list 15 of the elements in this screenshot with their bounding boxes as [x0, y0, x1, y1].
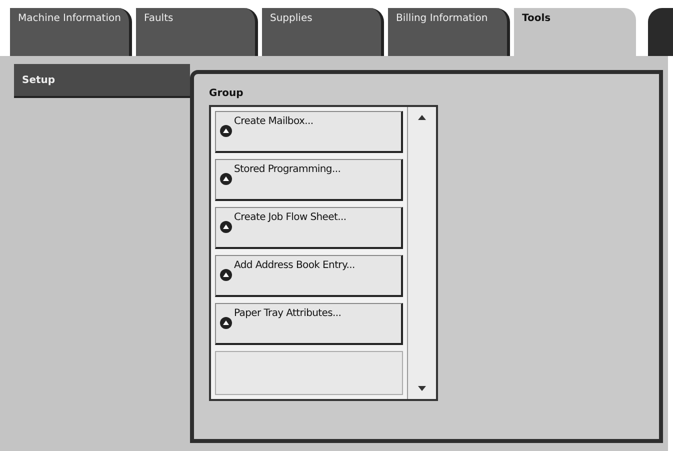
tab[interactable]: Billing Information — [388, 8, 510, 56]
tab[interactable]: Tools — [514, 8, 636, 56]
list-item[interactable]: Add Address Book Entry... — [215, 255, 403, 297]
tab[interactable]: Machine Information — [10, 8, 132, 56]
scroll-up-icon[interactable] — [418, 115, 426, 120]
scroll-down-icon[interactable] — [418, 386, 426, 391]
tab[interactable]: Supplies — [262, 8, 384, 56]
list-item[interactable]: Create Job Flow Sheet... — [215, 207, 403, 249]
list-item[interactable]: Stored Programming... — [215, 159, 403, 201]
list-item[interactable]: Paper Tray Attributes... — [215, 303, 403, 345]
setup-button[interactable]: Setup — [14, 64, 190, 98]
group-label: Group — [209, 88, 244, 99]
list-item[interactable]: Create Mailbox... — [215, 111, 403, 153]
tab-corner — [648, 8, 673, 56]
tab[interactable]: Faults — [136, 8, 258, 56]
